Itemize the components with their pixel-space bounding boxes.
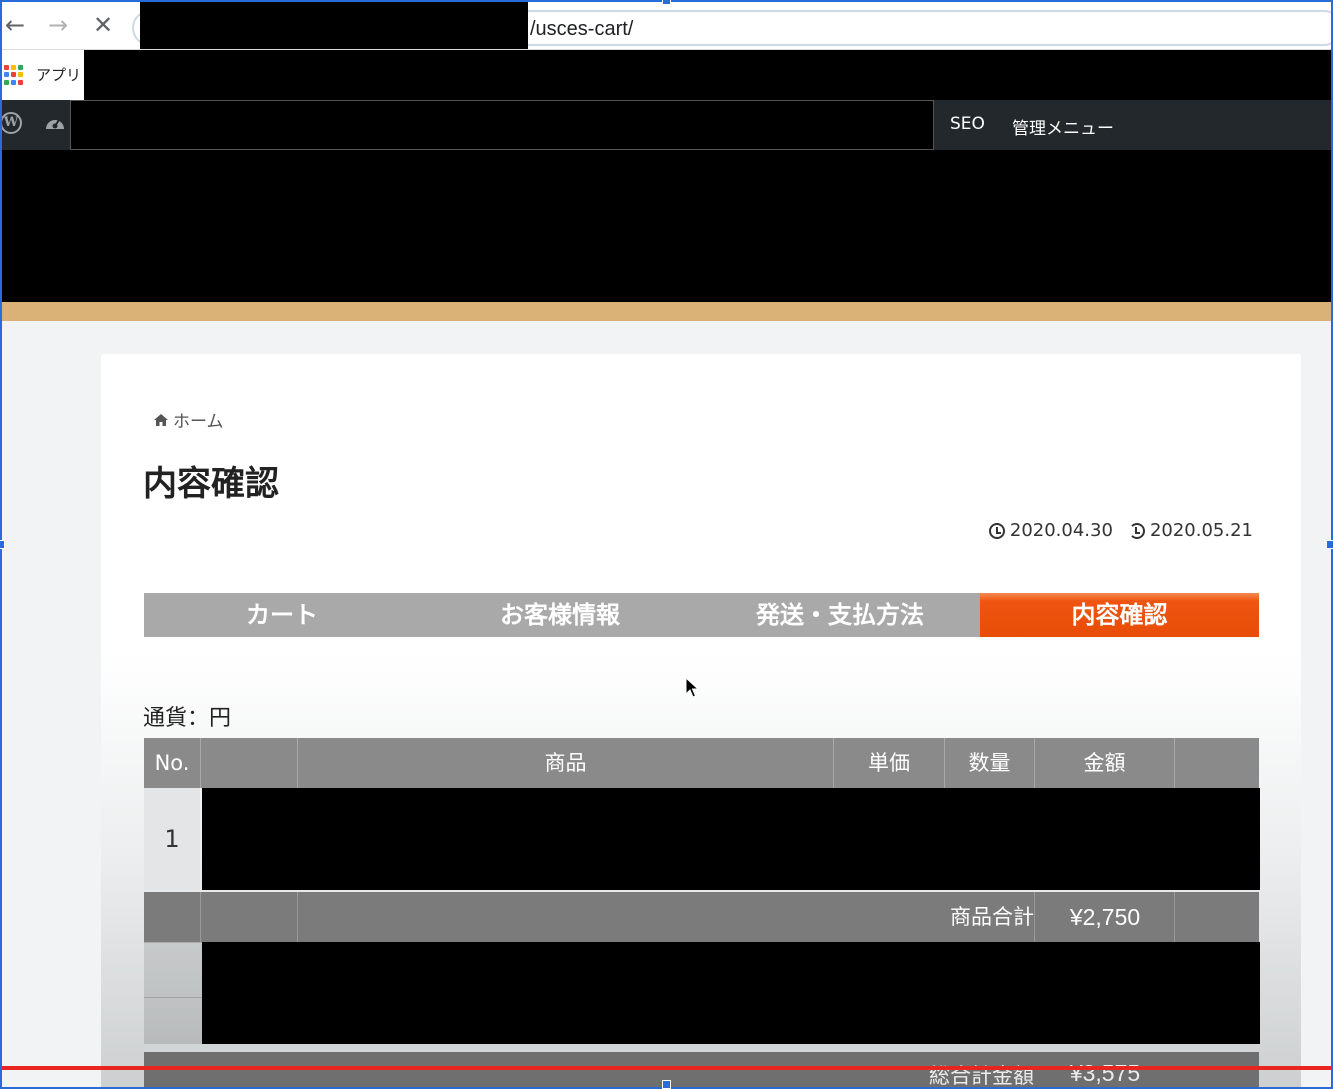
subtotal-row: 商品合計 ¥2,750 (144, 892, 1259, 942)
header-unit-price: 単価 (834, 738, 945, 788)
modified-date: 2020.05.21 (1128, 520, 1253, 541)
apps-bookmark-label[interactable]: アプリ (36, 64, 81, 85)
redacted-product-row (202, 788, 1260, 890)
url-path[interactable]: /usces-cart/ (530, 18, 633, 41)
redacted-url-domain (140, 2, 528, 49)
forward-arrow-icon[interactable]: → (45, 12, 71, 38)
header-product: 商品 (298, 738, 834, 788)
redacted-admin-items (70, 100, 934, 150)
admin-seo-menu[interactable]: SEO (950, 114, 985, 134)
mouse-cursor-icon (685, 677, 699, 698)
step-cart: カート (246, 601, 318, 629)
total-label: 総合計金額 (929, 1064, 1034, 1088)
breadcrumb: ホーム (153, 407, 224, 432)
header-amount: 金額 (1035, 738, 1175, 788)
subtotal-label-cell (298, 892, 1035, 942)
selection-handle[interactable] (662, 1080, 671, 1089)
history-icon (1128, 522, 1145, 539)
header-extra (1175, 738, 1259, 788)
published-date: 2020.04.30 (988, 520, 1113, 541)
selection-handle[interactable] (0, 540, 5, 549)
home-icon (154, 413, 168, 426)
stop-loading-icon[interactable]: ✕ (90, 12, 116, 38)
table-header-row: No. 商品 単価 数量 金額 (144, 738, 1259, 788)
header-thumbnail (201, 738, 298, 788)
subtotal-cell-blank (144, 892, 201, 942)
wordpress-logo-icon[interactable]: W (0, 112, 22, 134)
admin-management-menu[interactable]: 管理メニュー (1012, 114, 1114, 139)
modified-date-text: 2020.05.21 (1149, 520, 1253, 541)
subtotal-cell-blank (201, 892, 298, 942)
step-confirm-active: 内容確認 (980, 593, 1259, 637)
shipping-row-left (144, 942, 202, 1044)
clock-icon (988, 522, 1005, 539)
apps-grid-icon[interactable] (4, 65, 24, 85)
redacted-shipping-row (202, 942, 1260, 1044)
redacted-bookmarks (84, 50, 1333, 100)
page-title: 内容確認 (143, 464, 279, 504)
total-value: ¥3,575 (1069, 1060, 1141, 1086)
subtotal-value: ¥2,750 (1069, 904, 1141, 930)
redacted-site-header (0, 150, 1333, 302)
header-quantity: 数量 (945, 738, 1035, 788)
currency-label: 通貨：円 (143, 706, 232, 731)
published-date-text: 2020.04.30 (1009, 520, 1113, 541)
dashboard-gauge-icon[interactable] (44, 113, 66, 133)
breadcrumb-home-link[interactable]: ホーム (173, 407, 224, 432)
screenshot-frame: ← → ✕ /usces-cart/ アプリ W SEO 管理メニュー ホーム … (0, 0, 1333, 1089)
back-arrow-icon[interactable]: ← (2, 12, 28, 38)
row-number: 1 (144, 788, 200, 890)
step-shipping-payment: 発送・支払方法 (756, 601, 924, 629)
header-accent-stripe (0, 302, 1333, 321)
selection-handle[interactable] (662, 0, 671, 5)
post-dates: 2020.04.30 2020.05.21 (988, 520, 1253, 541)
red-overlay-line (0, 1066, 1333, 1070)
subtotal-label: 商品合計 (950, 905, 1034, 929)
step-customer-info: お客様情報 (500, 601, 620, 629)
selection-handle[interactable] (1326, 540, 1333, 549)
total-row: 総合計金額 ¥3,575 (144, 1052, 1259, 1089)
checkout-steps: カート お客様情報 発送・支払方法 内容確認 (144, 593, 1259, 637)
header-no: No. (144, 738, 201, 788)
